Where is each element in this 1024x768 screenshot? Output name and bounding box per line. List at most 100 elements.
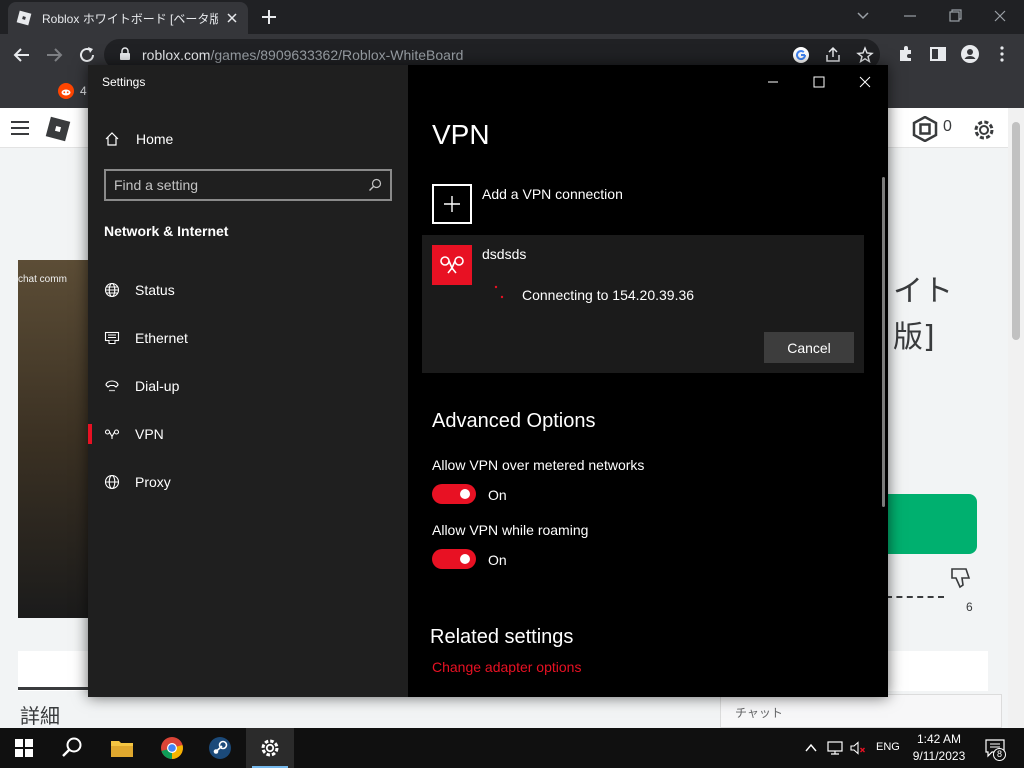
share-icon[interactable]: [824, 46, 842, 64]
reddit-icon: [58, 83, 74, 99]
dislike-count: 6: [966, 600, 973, 614]
home-nav[interactable]: Home: [104, 128, 404, 150]
globe-status-icon: [104, 282, 120, 298]
search-box[interactable]: [104, 169, 392, 201]
profile-icon[interactable]: [960, 44, 980, 64]
extensions-icon[interactable]: [896, 44, 916, 64]
taskbar: ENG 1:42 AM 9/11/2023 8: [0, 728, 1024, 768]
ethernet-icon: [104, 331, 120, 344]
forward-icon[interactable]: [43, 44, 65, 66]
sidebar-item-proxy[interactable]: Proxy: [88, 462, 408, 502]
taskbar-settings[interactable]: [246, 728, 294, 768]
roblox-logo-icon[interactable]: [44, 115, 72, 143]
gear-icon: [261, 739, 279, 757]
clock-time: 1:42 AM: [916, 732, 962, 746]
bookmark-label: 4: [80, 84, 87, 98]
page-scrollbar[interactable]: [1008, 108, 1024, 728]
play-button[interactable]: [888, 494, 977, 554]
home-icon: [105, 132, 119, 146]
back-icon[interactable]: [11, 44, 33, 66]
url-text[interactable]: roblox.com/games/8909633362/Roblox-White…: [142, 47, 463, 63]
sidebar-item-label: VPN: [135, 426, 164, 442]
vpn-connection-card[interactable]: dsdsds Connecting to 154.20.39.36 Cancel: [422, 235, 864, 373]
robux-icon[interactable]: [912, 116, 938, 142]
screen: Roblox ホワイトボード [ベータ版] - Ro: [0, 0, 1024, 768]
game-title-line1: イト: [893, 274, 953, 309]
roaming-toggle[interactable]: [432, 549, 476, 569]
google-icon[interactable]: [792, 46, 810, 64]
taskbar-file-explorer[interactable]: [98, 728, 146, 768]
folder-icon: [111, 741, 133, 757]
toggle-knob: [460, 554, 470, 564]
steam-icon: [209, 737, 231, 759]
tab-underline: [18, 687, 90, 690]
settings-gear-icon[interactable]: [970, 116, 998, 144]
sidebar-item-status[interactable]: Status: [88, 270, 408, 310]
vpn-connection-name: dsdsds: [482, 246, 527, 262]
settings-scrollbar[interactable]: [882, 177, 885, 507]
volume-muted-icon[interactable]: [849, 739, 867, 757]
advanced-options-heading: Advanced Options: [432, 410, 596, 432]
dial-up-icon: [105, 380, 119, 392]
section-heading: Network & Internet: [104, 223, 229, 239]
bookmark-reddit[interactable]: 4: [58, 83, 87, 99]
sidebar-item-dial-up[interactable]: Dial-up: [88, 366, 408, 406]
toggle-knob: [460, 489, 470, 499]
vpn-icon: [104, 429, 120, 439]
settings-window: Settings Home Network & Internet: [88, 65, 888, 697]
page-scrollbar-thumb[interactable]: [1012, 122, 1020, 340]
url-path: /games/8909633362/Roblox-WhiteBoard: [210, 47, 464, 63]
search-input[interactable]: [114, 175, 354, 195]
metered-toggle[interactable]: [432, 484, 476, 504]
change-adapter-options-link[interactable]: Change adapter options: [432, 659, 581, 675]
tab-search-chevron-icon[interactable]: [849, 4, 877, 28]
chrome-menu-icon[interactable]: [992, 44, 1012, 64]
start-button[interactable]: [0, 728, 48, 768]
browser-tab[interactable]: Roblox ホワイトボード [ベータ版] - Ro: [8, 2, 248, 34]
search-icon: [62, 737, 82, 757]
close-window-icon[interactable]: [986, 4, 1014, 28]
tab-title: Roblox ホワイトボード [ベータ版] - Ro: [42, 11, 218, 26]
hamburger-menu-icon[interactable]: [10, 120, 30, 136]
tab-details[interactable]: 詳細: [20, 700, 60, 729]
add-vpn-button[interactable]: Add a VPN connection: [432, 184, 732, 224]
robux-balance: 0: [943, 118, 952, 135]
show-hidden-icons-chevron-icon[interactable]: [802, 739, 820, 757]
globe-icon: [104, 474, 120, 490]
loading-spinner-icon: [494, 285, 504, 299]
thumbs-down-icon[interactable]: [948, 566, 974, 590]
system-clock[interactable]: 1:42 AM 9/11/2023: [906, 731, 972, 765]
close-tab-icon[interactable]: [224, 10, 240, 26]
sidebar-item-vpn[interactable]: VPN: [88, 414, 408, 454]
windows-logo-icon: [15, 739, 33, 757]
sidebar-item-ethernet[interactable]: Ethernet: [88, 318, 408, 358]
sidebar-item-label: Dial-up: [135, 378, 180, 394]
settings-sidebar: Settings Home Network & Internet: [88, 65, 408, 697]
chat-label: チャット: [735, 706, 783, 720]
search-icon[interactable]: [368, 178, 382, 192]
sidebar-item-label: Ethernet: [135, 330, 188, 346]
metered-toggle-state: On: [488, 487, 507, 503]
chat-bar[interactable]: チャット: [720, 694, 1002, 728]
page-title: VPN: [432, 119, 490, 150]
bookmark-star-icon[interactable]: [856, 46, 874, 64]
taskbar-chrome[interactable]: [148, 728, 196, 768]
taskbar-search-button[interactable]: [48, 728, 96, 768]
network-icon[interactable]: [826, 739, 844, 757]
minimize-icon[interactable]: [896, 4, 924, 28]
cancel-button[interactable]: Cancel: [764, 332, 854, 363]
reload-icon[interactable]: [76, 44, 98, 66]
input-language[interactable]: ENG: [876, 741, 900, 753]
roaming-option-label: Allow VPN while roaming: [432, 522, 589, 538]
lock-icon[interactable]: [118, 47, 132, 61]
new-tab-icon[interactable]: [258, 6, 280, 28]
restore-icon[interactable]: [941, 4, 969, 28]
roblox-favicon-icon: [16, 10, 32, 26]
browser-tabstrip: Roblox ホワイトボード [ベータ版] - Ro: [0, 0, 1024, 34]
game-thumbnail[interactable]: chat comm: [18, 260, 90, 618]
clock-date: 9/11/2023: [912, 749, 966, 763]
taskbar-steam[interactable]: [196, 728, 244, 768]
vpn-connection-icon: [440, 256, 464, 274]
vpn-connection-icon-tile: [432, 245, 472, 285]
side-panel-icon[interactable]: [928, 44, 948, 64]
